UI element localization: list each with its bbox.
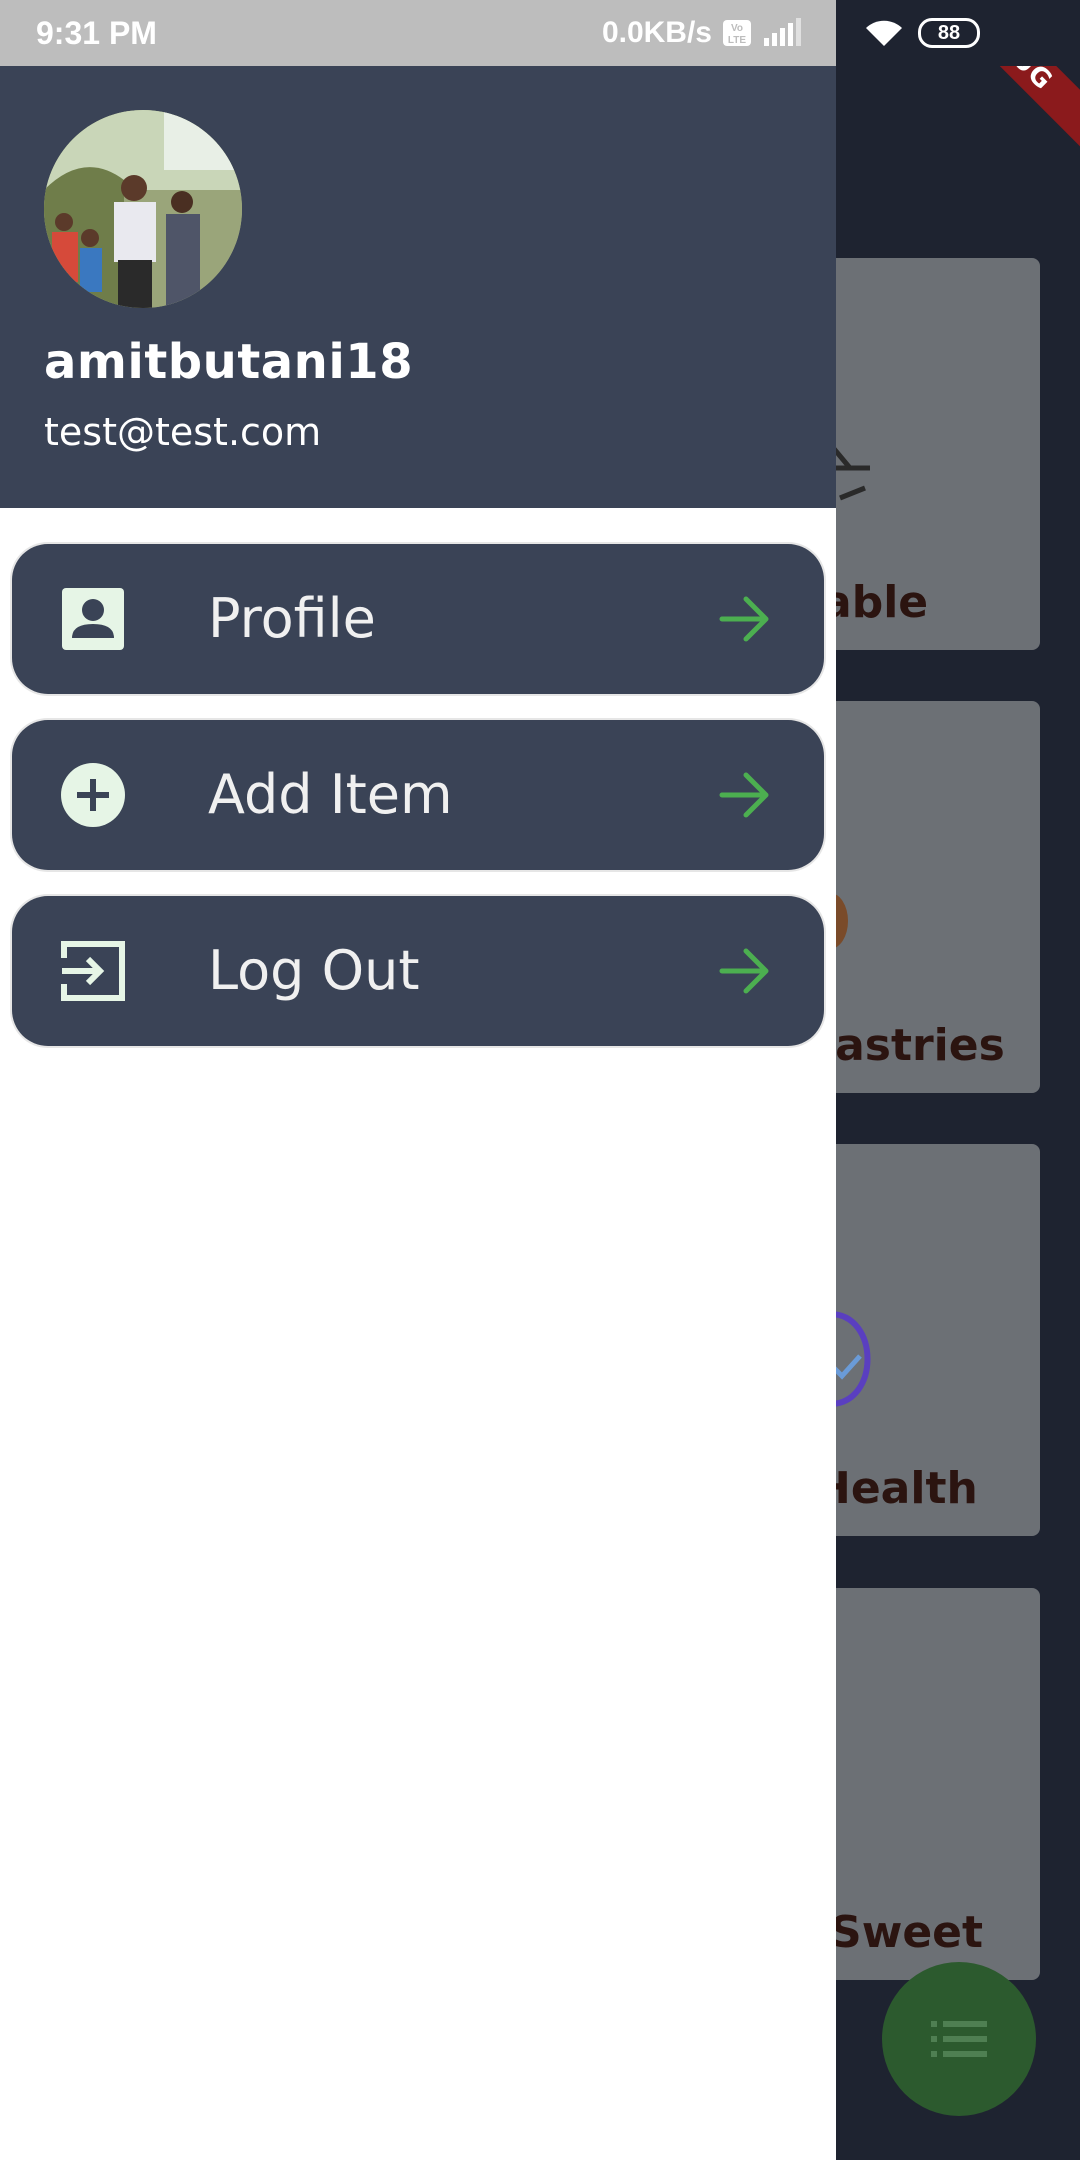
category-label: Sweet <box>830 1907 984 1958</box>
category-label: Pastries <box>804 1020 1005 1071</box>
category-card-pastries[interactable]: Pastries <box>800 701 1040 1093</box>
status-bar: 9:31 PM 0.0KB/s Vo LTE <box>0 0 836 66</box>
network-speed: 0.0KB/s <box>601 16 712 49</box>
menu-item-profile[interactable]: Profile <box>12 544 824 694</box>
svg-text:LTE: LTE <box>728 35 746 46</box>
status-indicators: 0.0KB/s Vo LTE <box>602 16 802 50</box>
volte-icon: Vo LTE <box>723 20 751 46</box>
category-card-health[interactable]: Health <box>800 1144 1040 1536</box>
avatar-photo <box>44 110 242 308</box>
menu-item-add-item[interactable]: Add Item <box>12 720 824 870</box>
status-time: 9:31 PM <box>36 14 157 51</box>
menu-label-add-item: Add Item <box>208 763 453 826</box>
drawer-header: amitbutani18 test@test.com <box>0 66 836 508</box>
arrow-right-icon <box>719 596 769 642</box>
avatar[interactable] <box>44 110 242 308</box>
menu-label-log-out: Log Out <box>208 939 420 1002</box>
arrow-right-icon <box>719 948 769 994</box>
category-label: able <box>822 577 929 628</box>
navigation-drawer: amitbutani18 test@test.com Profile Add I… <box>0 66 836 2160</box>
wifi-icon <box>866 20 902 46</box>
add-circle-icon <box>61 763 125 827</box>
battery-icon: 88 <box>918 18 980 48</box>
arrow-right-icon <box>719 772 769 818</box>
battery-level: 88 <box>937 21 961 44</box>
category-label: Health <box>814 1463 978 1514</box>
svg-text:Vo: Vo <box>731 23 743 34</box>
list-icon <box>931 2021 987 2057</box>
logout-icon <box>61 941 125 1001</box>
user-email: test@test.com <box>44 410 322 454</box>
status-indicators-right: 88 <box>836 0 1080 66</box>
menu-label-profile: Profile <box>208 587 376 650</box>
person-badge-icon <box>62 588 124 650</box>
list-fab-button[interactable] <box>882 1962 1036 2116</box>
signal-icon <box>764 18 801 46</box>
menu-item-log-out[interactable]: Log Out <box>12 896 824 1046</box>
username: amitbutani18 <box>44 334 414 390</box>
category-card-vegetable[interactable]: able <box>800 258 1040 650</box>
category-card-sweet[interactable]: Sweet <box>800 1588 1040 1980</box>
